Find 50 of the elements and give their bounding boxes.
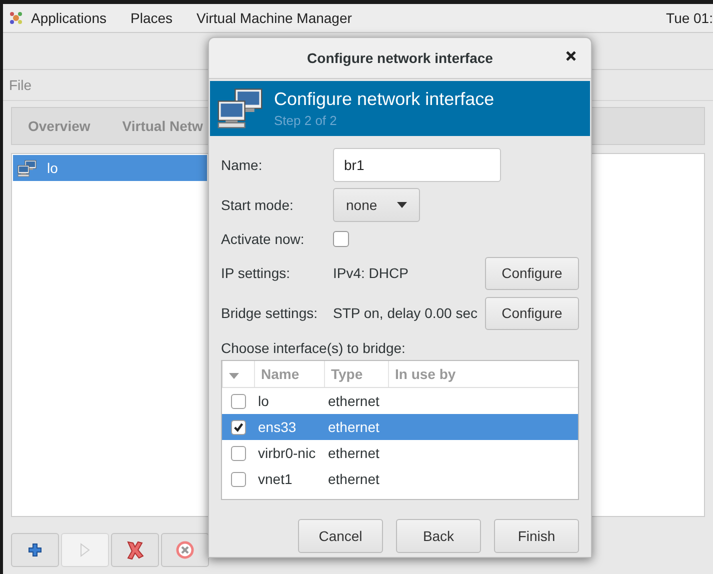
field-label: Bridge settings: <box>221 305 318 321</box>
field-label: Activate now: <box>221 231 306 247</box>
network-icon <box>216 88 264 129</box>
start-mode-dropdown[interactable]: none <box>333 188 420 222</box>
dialog-button[interactable]: Finish <box>494 519 579 553</box>
section-label: Choose interface(s) to bridge: <box>221 340 406 356</box>
stop-button[interactable] <box>161 533 209 567</box>
checkbox[interactable] <box>231 420 246 434</box>
table-row[interactable]: vnet1 ethernet <box>222 466 578 492</box>
play-icon <box>80 543 90 557</box>
dropdown-caret-icon <box>397 202 407 208</box>
checkbox[interactable] <box>231 446 246 460</box>
panel-menu[interactable]: Virtual Machine Manager <box>196 10 352 26</box>
banner-title: Configure network interface <box>274 89 494 110</box>
delete-button[interactable] <box>111 533 159 567</box>
field-label: Start mode: <box>221 197 294 213</box>
network-icon <box>17 160 37 176</box>
field-value: IPv4: DHCP <box>333 265 410 281</box>
table-row[interactable]: virbr0-nic ethernet <box>222 440 578 466</box>
table-cell-text: vnet1 <box>257 471 294 487</box>
add-button[interactable] <box>11 533 59 567</box>
table-cell-text: ethernet <box>327 419 380 435</box>
plus-icon <box>28 543 42 557</box>
table-cell-text: ethernet <box>327 471 380 487</box>
table-row[interactable]: lo ethernet <box>222 388 578 414</box>
foot-logo-icon[interactable] <box>9 11 23 25</box>
panel-menu[interactable]: Applications <box>31 10 106 26</box>
checkbox[interactable] <box>231 472 246 486</box>
field-label: Name: <box>221 157 264 173</box>
panel-menu[interactable]: Places <box>130 10 173 26</box>
clock: Tue 01: <box>666 10 713 26</box>
field-label: IP settings: <box>221 265 292 281</box>
checkbox[interactable] <box>231 394 246 408</box>
dialog-button[interactable]: Cancel <box>298 519 383 553</box>
table-cell-text: ethernet <box>327 393 380 409</box>
configure-button[interactable]: Configure <box>485 296 579 330</box>
configure-button[interactable]: Configure <box>485 256 579 290</box>
table-cell-text: lo <box>257 393 270 409</box>
checkbox[interactable] <box>333 231 349 247</box>
stop-icon <box>176 541 194 559</box>
dialog-title: Configure network interface <box>307 50 493 66</box>
table-cell-text: virbr0-nic <box>257 445 317 461</box>
dialog-button[interactable]: Back <box>396 519 481 553</box>
table-cell-text: ens33 <box>257 419 298 435</box>
table-cell-text: ethernet <box>327 445 380 461</box>
delete-icon <box>126 540 144 560</box>
name-field[interactable]: br1 <box>333 148 501 182</box>
field-value: STP on, delay 0.00 sec <box>333 305 478 321</box>
sort-caret-icon[interactable] <box>229 373 239 379</box>
banner-subtitle: Step 2 of 2 <box>274 113 338 128</box>
